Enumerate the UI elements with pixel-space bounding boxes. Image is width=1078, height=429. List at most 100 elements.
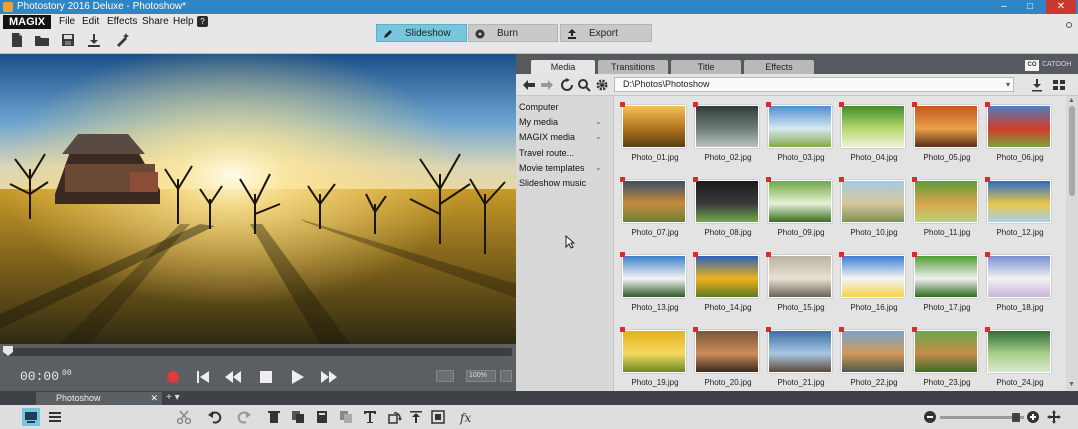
save-icon[interactable] [60,32,76,48]
redo-icon[interactable] [236,409,252,425]
chevron-down-icon[interactable]: ⌄ [595,163,602,172]
photo-thumbnail[interactable]: Photo_22.jpg [839,327,907,391]
photo-thumbnail[interactable]: Photo_11.jpg [912,177,980,243]
close-tab-icon[interactable]: ✕ [150,392,158,405]
record-button[interactable] [164,368,182,386]
undo-icon[interactable] [207,409,223,425]
play-button[interactable] [288,368,306,386]
photo-thumbnail[interactable]: Photo_19.jpg [620,327,688,391]
rotate-icon[interactable] [386,409,402,425]
refresh-icon[interactable] [560,78,574,92]
feedback-icon[interactable]: ? [197,16,208,27]
scroll-down-icon[interactable]: ▼ [1068,381,1075,388]
forward-arrow-icon[interactable] [540,78,554,92]
photo-thumbnail[interactable]: Photo_13.jpg [620,252,688,318]
skip-start-button[interactable] [194,368,212,386]
scroll-up-icon[interactable]: ▲ [1068,97,1075,104]
photo-thumbnail[interactable]: Photo_17.jpg [912,252,980,318]
photo-thumbnail[interactable]: Photo_02.jpg [693,102,761,168]
folder-slideshow-music[interactable]: Slideshow music [519,178,586,188]
catooh-label[interactable]: CATOOH [1042,61,1071,68]
photo-thumbnail[interactable]: Photo_16.jpg [839,252,907,318]
tab-transitions[interactable]: Transitions [598,60,668,74]
photo-thumbnail[interactable]: Photo_18.jpg [985,252,1053,318]
import-icon[interactable] [1030,78,1044,92]
open-folder-icon[interactable] [34,32,50,48]
duplicate-icon[interactable] [338,409,354,425]
zoom-out-icon[interactable] [922,409,938,425]
mode-export[interactable]: Export [560,24,652,42]
mode-slideshow[interactable]: Slideshow [376,24,467,42]
stop-button[interactable] [257,368,275,386]
photo-thumbnail[interactable]: Photo_09.jpg [766,177,834,243]
menu-effects[interactable]: Effects [107,15,137,29]
copy-icon[interactable] [290,409,306,425]
close-button[interactable]: ✕ [1046,0,1076,14]
tab-media[interactable]: Media [531,60,595,74]
path-dropdown-icon[interactable]: ▾ [1006,78,1010,91]
photo-thumbnail[interactable]: Photo_10.jpg [839,177,907,243]
fit-to-window-icon[interactable] [1046,409,1062,425]
photo-thumbnail[interactable]: Photo_03.jpg [766,102,834,168]
insert-icon[interactable] [408,409,424,425]
zoom-slider-handle[interactable] [1012,413,1020,422]
frame-icon[interactable] [430,409,446,425]
path-field[interactable]: D:\Photos\Photoshow ▾ [614,77,1014,92]
photo-thumbnail[interactable]: Photo_24.jpg [985,327,1053,391]
minimize-button[interactable]: – [992,0,1016,14]
project-tab[interactable]: Photoshow ✕ [36,392,162,405]
menu-edit[interactable]: Edit [82,15,99,29]
maximize-button[interactable]: □ [1018,0,1042,14]
zoom-select[interactable]: 100% [466,370,496,382]
photo-thumbnail[interactable]: Photo_01.jpg [620,102,688,168]
photo-thumbnail[interactable]: Photo_04.jpg [839,102,907,168]
grid-scrollbar[interactable]: ▲ ▼ [1066,96,1078,391]
search-icon[interactable] [577,78,591,92]
storyboard-view-button[interactable] [22,408,40,426]
rewind-button[interactable] [224,368,242,386]
photo-thumbnail[interactable]: Photo_05.jpg [912,102,980,168]
settings-dot-icon[interactable] [1066,22,1072,28]
add-tab-button[interactable]: + ▾ [166,391,180,405]
chevron-down-icon[interactable]: ⌄ [595,132,602,141]
folder-computer[interactable]: Computer [519,102,559,112]
photo-thumbnail[interactable]: Photo_06.jpg [985,102,1053,168]
photo-thumbnail[interactable]: Photo_21.jpg [766,327,834,391]
timeline-view-button[interactable] [46,408,64,426]
effects-fx-icon[interactable]: fx [458,409,474,425]
download-icon[interactable] [86,32,102,48]
scroll-thumb[interactable] [1069,106,1075,196]
catooh-icon[interactable]: CO [1025,60,1039,71]
menu-help[interactable]: Help [173,15,194,29]
fullscreen-icon[interactable] [500,370,512,382]
tab-title[interactable]: Title [671,60,741,74]
display-options-icon[interactable] [436,370,454,382]
photo-thumbnail[interactable]: Photo_08.jpg [693,177,761,243]
delete-icon[interactable] [266,409,282,425]
chevron-down-icon[interactable]: ⌄ [595,117,602,126]
menu-share[interactable]: Share [142,15,169,29]
photo-thumbnail[interactable]: Photo_20.jpg [693,327,761,391]
menu-file[interactable]: File [59,15,75,29]
photo-thumbnail[interactable]: Photo_23.jpg [912,327,980,391]
scissors-icon[interactable] [176,409,192,425]
folder-travel-route[interactable]: Travel route... [519,148,574,158]
fast-forward-button[interactable] [320,368,338,386]
folder-my-media[interactable]: My media [519,117,558,127]
tab-effects[interactable]: Effects [744,60,814,74]
back-arrow-icon[interactable] [522,78,536,92]
photo-thumbnail[interactable]: Photo_12.jpg [985,177,1053,243]
text-icon[interactable] [362,409,378,425]
paste-icon[interactable] [314,409,330,425]
photo-thumbnail[interactable]: Photo_07.jpg [620,177,688,243]
preview-monitor[interactable] [0,54,516,344]
magic-wand-icon[interactable] [115,32,131,48]
photo-thumbnail[interactable]: Photo_15.jpg [766,252,834,318]
photo-thumbnail[interactable]: Photo_14.jpg [693,252,761,318]
folder-magix-media[interactable]: MAGIX media [519,132,575,142]
new-file-icon[interactable] [9,32,25,48]
gear-icon[interactable] [595,78,609,92]
folder-movie-templates[interactable]: Movie templates [519,163,585,173]
timeline-scrubber[interactable] [4,348,512,356]
mode-burn[interactable]: Burn [468,24,558,42]
